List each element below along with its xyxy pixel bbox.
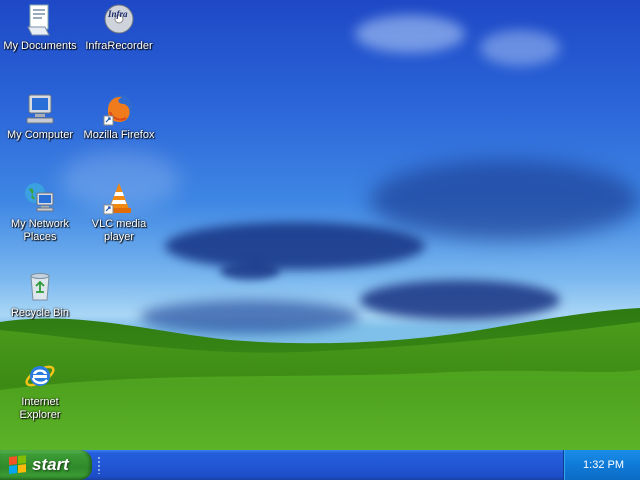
infrarecorder-logo-text: Infra <box>107 9 128 19</box>
desktop-icon-my-network-places[interactable]: My Network Places <box>0 181 80 244</box>
desktop-icon-label: My Computer <box>6 129 74 141</box>
recycle-bin-icon <box>23 270 57 304</box>
desktop-icon-recycle-bin[interactable]: Recycle Bin <box>0 270 80 320</box>
desktop-icon-label: Internet Explorer <box>19 396 61 421</box>
desktop-icon-my-documents[interactable]: My Documents <box>0 3 80 53</box>
wallpaper-cloud <box>355 15 465 53</box>
desktop-icon-label: Mozilla Firefox <box>83 129 155 141</box>
desktop-wallpaper: My Documents Infra InfraRecorder My Comp… <box>0 0 640 450</box>
taskbar-grip-handle[interactable] <box>97 456 101 474</box>
desktop-icon-label: My Network Places <box>10 218 70 243</box>
wallpaper-cloud <box>165 222 425 270</box>
desktop-icon-my-computer[interactable]: My Computer <box>0 92 80 142</box>
network-places-icon <box>23 181 57 215</box>
wallpaper-cloud <box>370 160 640 240</box>
desktop-icon-infrarecorder[interactable]: Infra InfraRecorder <box>79 3 159 53</box>
windows-flag-icon <box>9 455 27 475</box>
wallpaper-cloud <box>480 30 560 66</box>
start-label: start <box>32 455 69 474</box>
folder-documents-icon <box>23 3 57 37</box>
wallpaper-cloud <box>220 262 280 280</box>
desktop-icon-label: VLC media player <box>91 218 147 243</box>
internet-explorer-icon <box>23 359 57 393</box>
computer-icon <box>23 92 57 126</box>
firefox-icon <box>102 92 136 126</box>
taskbar-clock[interactable]: 1:32 PM <box>583 459 624 471</box>
desktop-icon-label: My Documents <box>3 40 77 52</box>
system-tray: 1:32 PM <box>563 450 640 480</box>
wallpaper-hills <box>0 308 640 450</box>
start-button[interactable]: start <box>0 450 92 480</box>
desktop-icon-vlc-media-player[interactable]: VLC media player <box>79 181 159 244</box>
vlc-icon <box>102 181 136 215</box>
desktop-icon-mozilla-firefox[interactable]: Mozilla Firefox <box>79 92 159 142</box>
desktop-icon-internet-explorer[interactable]: Internet Explorer <box>0 359 80 422</box>
infrarecorder-icon: Infra <box>102 3 136 37</box>
desktop-icon-label: Recycle Bin <box>10 307 70 319</box>
taskbar: start 1:32 PM <box>0 450 640 480</box>
desktop-icon-label: InfraRecorder <box>85 40 153 52</box>
